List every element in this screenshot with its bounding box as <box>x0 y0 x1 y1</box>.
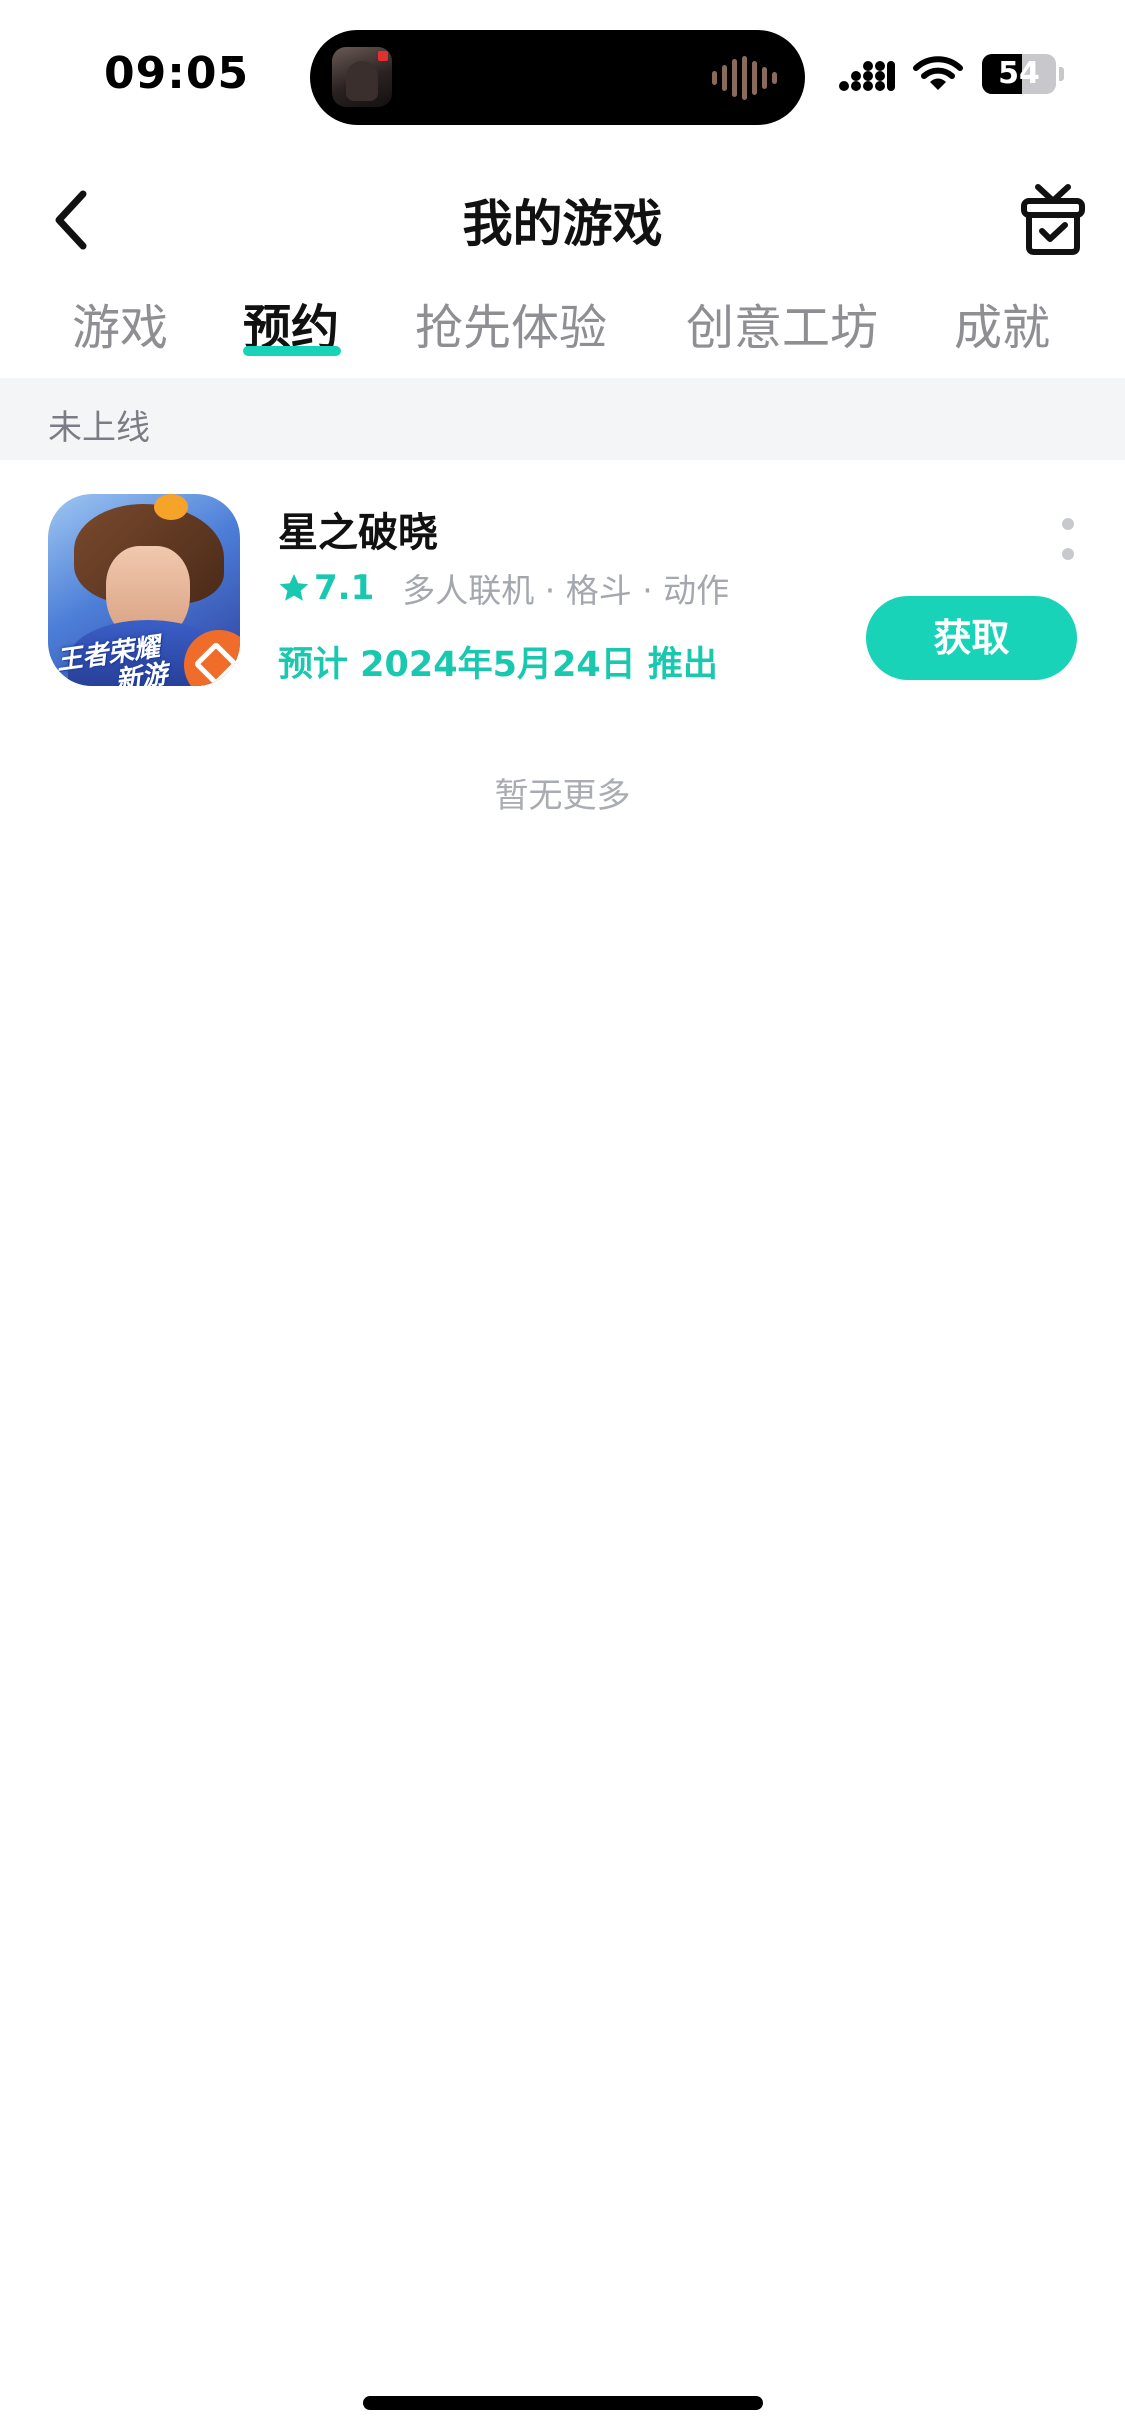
tab-achievements[interactable]: 成就 <box>954 288 1050 358</box>
battery-indicator: 54 <box>982 54 1064 94</box>
dynamic-island[interactable] <box>310 30 805 125</box>
section-header: 未上线 <box>0 378 1125 460</box>
list-item[interactable]: 王者荣耀 新游 星之破晓 7.1 多人联机 · 格斗 · 动作 预计 2024年… <box>0 460 1125 700</box>
game-rating: 7.1 <box>314 568 375 608</box>
nav-bar: 我的游戏 <box>0 160 1125 280</box>
icon-badge: 王者荣耀 新游 <box>54 632 169 686</box>
more-options-button[interactable] <box>1048 506 1088 576</box>
wifi-icon <box>913 56 963 90</box>
active-tab-indicator <box>243 346 341 356</box>
battery-cap <box>1059 67 1064 81</box>
game-name[interactable]: 星之破晓 <box>278 500 438 558</box>
tab-games[interactable]: 游戏 <box>72 288 168 358</box>
status-bar: 09:05 54 <box>0 0 1125 150</box>
no-more-text: 暂无更多 <box>494 776 631 816</box>
tab-early-access[interactable]: 抢先体验 <box>415 288 607 358</box>
release-date: 预计 2024年5月24日 推出 <box>278 645 718 685</box>
star-icon <box>279 574 309 601</box>
game-icon[interactable]: 王者荣耀 新游 <box>48 494 240 686</box>
game-meta: 7.1 多人联机 · 格斗 · 动作 <box>278 566 729 610</box>
now-playing-thumbnail <box>332 47 392 107</box>
get-button[interactable]: 获取 <box>866 596 1077 680</box>
section-title: 未上线 <box>48 408 150 448</box>
status-time: 09:05 <box>104 48 250 99</box>
cellular-signal-icon <box>839 61 895 91</box>
flower-icon <box>154 494 188 520</box>
audio-waveform-icon <box>712 56 777 100</box>
page-title: 我的游戏 <box>462 195 663 253</box>
gift-box-icon <box>1021 184 1085 255</box>
battery-body: 54 <box>982 54 1056 94</box>
gift-button[interactable] <box>1013 174 1093 264</box>
battery-level: 54 <box>998 56 1040 91</box>
home-indicator[interactable] <box>363 2396 763 2410</box>
game-tags: 多人联机 · 格斗 · 动作 <box>402 571 730 610</box>
tab-bar: 游戏 预约 抢先体验 创意工坊 成就 <box>0 282 1125 378</box>
tab-creative-workshop[interactable]: 创意工坊 <box>686 288 878 358</box>
